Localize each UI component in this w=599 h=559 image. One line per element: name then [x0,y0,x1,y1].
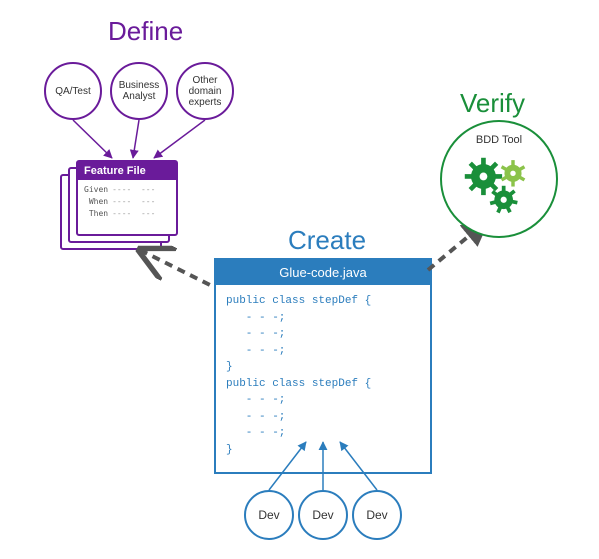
role-domain-experts: Other domain experts [176,62,234,120]
keyword-then: Then [84,208,108,220]
feature-file-front: Feature File Given When Then ---- --- --… [76,160,178,236]
stage-title-define: Define [108,16,183,47]
bdd-tool-label: BDD Tool [476,134,522,146]
feature-file-keywords: Given When Then [84,184,108,220]
feature-file-stack: Feature File Given When Then ---- --- --… [60,160,180,250]
stage-title-create: Create [288,225,366,256]
role-dev-3: Dev [352,490,402,540]
role-dev-2: Dev [298,490,348,540]
glue-code-filename: Glue-code.java [216,260,430,285]
role-qa-test: QA/Test [44,62,102,120]
dev-label: Dev [366,508,387,522]
role-dev-1: Dev [244,490,294,540]
role-label: QA/Test [55,86,91,97]
feature-file-placeholder: ---- --- ---- --- ---- --- [112,184,170,220]
role-label: Other domain experts [189,75,222,108]
glue-code-window: Glue-code.java public class stepDef { - … [214,258,432,474]
stage-title-verify: Verify [460,88,525,119]
feature-file-title: Feature File [78,162,176,180]
dev-label: Dev [312,508,333,522]
keyword-when: When [84,196,108,208]
role-label: Business Analyst [119,80,160,102]
role-business-analyst: Business Analyst [110,62,168,120]
keyword-given: Given [84,184,108,196]
glue-code-body: public class stepDef { - - -; - - -; - -… [216,285,430,472]
bdd-tool-circle: BDD Tool [440,120,558,238]
gears-icon [458,150,540,220]
dev-label: Dev [258,508,279,522]
